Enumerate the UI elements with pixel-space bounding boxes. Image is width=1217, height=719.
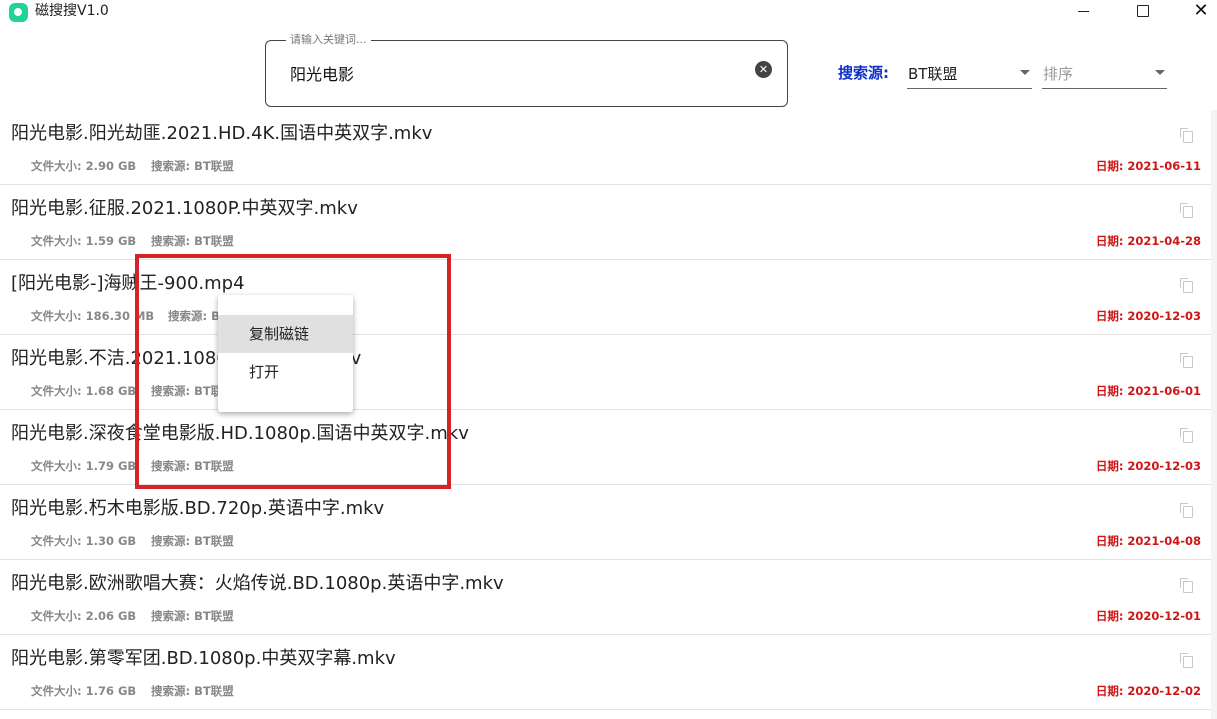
result-size: 文件大小: 2.06 GB [31,609,137,623]
chevron-down-icon [1020,70,1030,75]
result-row[interactable]: 阳光电影.征服.2021.1080P.中英双字.mkv 文件大小: 1.59 G… [0,185,1211,260]
result-row[interactable]: 阳光电影.不洁.2021.1080p.中英双字.mkv 文件大小: 1.68 G… [0,335,1211,410]
result-date: 日期: 2021-06-11 [1095,159,1201,173]
result-row[interactable]: [阳光电影-]海贼王-900.mp4 文件大小: 186.30 MB 搜索源: … [0,260,1211,335]
app-icon [9,3,28,22]
result-row[interactable]: 阳光电影.深夜食堂电影版.HD.1080p.国语中英双字.mkv 文件大小: 1… [0,410,1211,485]
result-size: 文件大小: 1.59 GB [31,234,137,248]
result-size: 文件大小: 1.79 GB [31,459,137,473]
clear-icon[interactable]: ✕ [755,61,772,78]
menu-item-copy-magnet[interactable]: 复制磁链 [218,315,353,353]
result-size: 文件大小: 1.30 GB [31,534,137,548]
copy-icon[interactable] [1180,428,1193,443]
source-label: 搜索源: [838,64,889,82]
sort-select[interactable]: 排序 [1042,58,1167,89]
result-row[interactable]: 阳光电影.欧洲歌唱大赛：火焰传说.BD.1080p.英语中字.mkv 文件大小:… [0,560,1211,635]
close-button[interactable]: ✕ [1178,0,1217,22]
result-row[interactable]: 阳光电影.阳光劫匪.2021.HD.4K.国语中英双字.mkv 文件大小: 2.… [0,110,1211,185]
copy-icon[interactable] [1180,503,1193,518]
result-title: [阳光电影-]海贼王-900.mp4 [11,273,245,294]
result-title: 阳光电影.欧洲歌唱大赛：火焰传说.BD.1080p.英语中字.mkv [11,573,504,594]
result-source: 搜索源: BT联盟 [151,159,234,173]
maximize-icon [1137,5,1149,17]
minimize-button[interactable] [1060,0,1106,22]
close-icon: ✕ [1193,0,1209,21]
maximize-button[interactable] [1120,0,1166,22]
results-list: 阳光电影.阳光劫匪.2021.HD.4K.国语中英双字.mkv 文件大小: 2.… [0,110,1211,710]
result-row[interactable]: 阳光电影.朽木电影版.BD.720p.英语中字.mkv 文件大小: 1.30 G… [0,485,1211,560]
search-input[interactable] [288,59,732,87]
result-size: 文件大小: 2.90 GB [31,159,137,173]
result-date: 日期: 2020-12-03 [1095,459,1201,473]
result-title: 阳光电影.第零军团.BD.1080p.中英双字幕.mkv [11,648,396,669]
source-select[interactable]: BT联盟 [907,58,1032,89]
result-date: 日期: 2020-12-03 [1095,309,1201,323]
result-source: 搜索源: BT联盟 [151,534,234,548]
copy-icon[interactable] [1180,653,1193,668]
result-date: 日期: 2021-04-08 [1095,534,1201,548]
result-title: 阳光电影.朽木电影版.BD.720p.英语中字.mkv [11,498,385,519]
search-field[interactable]: 请输入关键词... ✕ [265,32,788,107]
result-source: 搜索源: BT联盟 [151,234,234,248]
result-size: 文件大小: 186.30 MB [31,309,155,323]
title-bar: 磁搜搜V1.0 ✕ [0,0,1217,30]
copy-icon[interactable] [1180,128,1193,143]
result-source: 搜索源: BT联盟 [151,609,234,623]
result-title: 阳光电影.深夜食堂电影版.HD.1080p.国语中英双字.mkv [11,423,469,444]
result-size: 文件大小: 1.68 GB [31,384,137,398]
copy-icon[interactable] [1180,353,1193,368]
menu-item-open[interactable]: 打开 [218,353,353,391]
result-title: 阳光电影.阳光劫匪.2021.HD.4K.国语中英双字.mkv [11,123,433,144]
copy-icon[interactable] [1180,203,1193,218]
copy-icon[interactable] [1180,578,1193,593]
result-source: 搜索源: BT联盟 [151,459,234,473]
copy-icon[interactable] [1180,278,1193,293]
window-title: 磁搜搜V1.0 [35,3,109,19]
search-legend: 请输入关键词... [286,32,371,48]
result-size: 文件大小: 1.76 GB [31,684,137,698]
chevron-down-icon [1155,70,1165,75]
result-date: 日期: 2021-04-28 [1095,234,1201,248]
minimize-icon [1077,10,1089,12]
result-row[interactable]: 阳光电影.第零军团.BD.1080p.中英双字幕.mkv 文件大小: 1.76 … [0,635,1211,710]
sort-select-placeholder: 排序 [1043,65,1074,83]
context-menu: 复制磁链 打开 [218,295,353,412]
scrollbar[interactable] [1211,110,1217,719]
result-source: 搜索源: BT联盟 [151,684,234,698]
result-date: 日期: 2021-06-01 [1095,384,1201,398]
result-date: 日期: 2020-12-02 [1095,684,1201,698]
result-date: 日期: 2020-12-01 [1095,609,1201,623]
source-select-value: BT联盟 [908,65,958,83]
result-title: 阳光电影.征服.2021.1080P.中英双字.mkv [11,198,358,219]
